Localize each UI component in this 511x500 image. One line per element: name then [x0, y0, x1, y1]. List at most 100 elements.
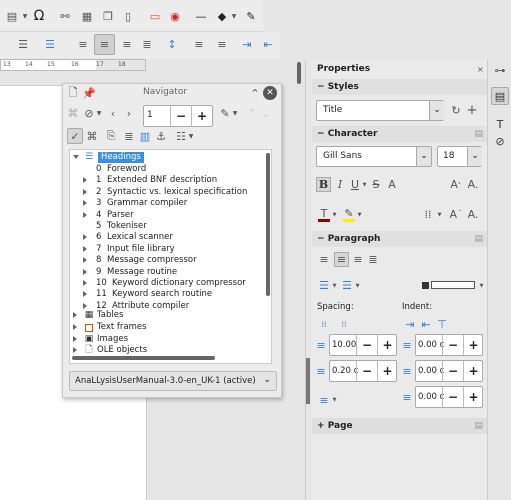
drag-mode-icon[interactable]: ✎: [219, 106, 231, 120]
superscript-icon[interactable]: Aˑ: [450, 177, 462, 192]
expand-icon[interactable]: [83, 200, 87, 207]
bold-icon[interactable]: B: [316, 177, 331, 192]
hyperlink-icon[interactable]: ⚯: [57, 8, 73, 24]
decrease-indent-icon[interactable]: ⇤: [260, 36, 276, 52]
justify-icon[interactable]: ≣: [139, 36, 155, 52]
footer-icon[interactable]: ▥: [139, 129, 151, 143]
bullet-list-icon[interactable]: ☰: [15, 36, 31, 52]
comment-icon[interactable]: ▭: [147, 8, 163, 24]
align-left-icon[interactable]: ≡: [318, 253, 330, 266]
track-changes-icon[interactable]: ◉: [167, 8, 183, 24]
increase-spacing-icon[interactable]: ≡: [191, 36, 207, 52]
close-icon[interactable]: ×: [477, 65, 484, 74]
expand-icon[interactable]: [73, 324, 77, 330]
increase-indent-icon[interactable]: ⇥: [239, 36, 255, 52]
dropdown-icon[interactable]: ▼: [331, 207, 338, 222]
above-paragraph-spacing-value[interactable]: 10.00: [332, 340, 356, 350]
line-spacing-icon[interactable]: ↕: [164, 36, 180, 52]
decrease-font-icon[interactable]: A.: [467, 207, 479, 222]
increase-indent-icon[interactable]: ⇥: [404, 318, 416, 331]
page-break-icon[interactable]: ▯: [120, 8, 136, 24]
styles-tab-icon[interactable]: T: [492, 116, 508, 132]
document-select[interactable]: AnaLLysisUserManual-3.0-en_UK-1 (active)…: [69, 371, 277, 391]
collapse-icon[interactable]: ⌃: [249, 86, 261, 100]
page-number-value[interactable]: 1: [147, 110, 153, 120]
after-text-indent-stepper[interactable]: 0.00 c − +: [415, 360, 483, 382]
chevron-down-icon[interactable]: ⌄: [416, 147, 431, 166]
background-color-icon[interactable]: [422, 282, 429, 289]
above-paragraph-spacing-stepper[interactable]: 10.00 − +: [329, 334, 397, 356]
reminder-icon[interactable]: ⎘: [105, 129, 117, 143]
decrease-paragraph-spacing-icon[interactable]: ⁞⁞: [338, 318, 350, 330]
decrement-button[interactable]: −: [356, 361, 377, 381]
expand-icon[interactable]: [73, 336, 77, 342]
header-icon[interactable]: ≣: [123, 129, 135, 143]
vertical-scrollbar[interactable]: [297, 62, 301, 84]
dropdown-icon[interactable]: ▼: [361, 177, 368, 192]
expand-icon[interactable]: [83, 211, 87, 218]
footnote-icon[interactable]: ▦: [79, 8, 95, 24]
styles-section-header[interactable]: − Styles: [312, 79, 487, 95]
increment-button[interactable]: +: [377, 361, 397, 381]
increase-paragraph-spacing-icon[interactable]: ⁞⁞: [318, 318, 330, 330]
justify-icon[interactable]: ≣: [367, 253, 379, 266]
sidebar-settings-icon[interactable]: ⊶: [492, 62, 508, 78]
draw-icon[interactable]: ✎: [243, 8, 259, 24]
chevron-down-icon[interactable]: ⌄: [467, 147, 482, 166]
shadow-icon[interactable]: A: [386, 177, 398, 192]
align-center-icon[interactable]: ≡: [334, 252, 349, 267]
align-center-icon[interactable]: ≡: [94, 34, 115, 55]
dropdown-icon[interactable]: ▼: [331, 279, 338, 292]
expand-icon[interactable]: [83, 302, 87, 309]
expand-icon[interactable]: [83, 280, 87, 286]
below-paragraph-spacing-stepper[interactable]: 0.20 c − +: [329, 360, 397, 382]
page-section-header[interactable]: + Page ▤: [312, 418, 487, 434]
character-section-header[interactable]: − Character ▤: [312, 126, 487, 142]
cross-reference-icon[interactable]: ❐: [100, 8, 116, 24]
below-paragraph-spacing-value[interactable]: 0.20 c: [332, 366, 358, 376]
expand-icon[interactable]: [73, 155, 79, 159]
decrement-button[interactable]: −: [442, 387, 463, 407]
expand-icon[interactable]: [83, 257, 87, 264]
pin-icon[interactable]: 📌: [82, 86, 96, 100]
increment-button[interactable]: +: [463, 361, 483, 381]
more-options-icon[interactable]: ▤: [474, 126, 483, 142]
decrement-button[interactable]: −: [442, 361, 463, 381]
page-number-stepper[interactable]: 1 − +: [143, 105, 213, 127]
expand-icon[interactable]: [83, 177, 87, 184]
content-navigation-view-icon[interactable]: ✓: [67, 128, 83, 144]
decrement-button[interactable]: −: [356, 335, 377, 355]
sidebar-collapse-handle[interactable]: [306, 358, 310, 404]
hanging-indent-icon[interactable]: ⊤: [436, 318, 448, 331]
heading-levels-icon[interactable]: ☷: [175, 129, 187, 143]
increase-font-icon[interactable]: A˙: [449, 207, 462, 222]
font-color-icon[interactable]: T: [318, 207, 330, 222]
toggle-master-view-icon[interactable]: ⌘: [85, 129, 99, 143]
subscript-icon[interactable]: A.: [467, 177, 479, 192]
increment-button[interactable]: +: [377, 335, 397, 355]
dropdown-icon[interactable]: ▼: [478, 279, 485, 292]
dropdown-icon[interactable]: ▼: [187, 129, 195, 143]
navigator-tree[interactable]: ☰ Headings 0 Foreword 1 Extended BNF descri…: [69, 149, 272, 364]
dropdown-icon[interactable]: ▼: [436, 207, 443, 222]
dropdown-icon[interactable]: ▼: [331, 394, 338, 406]
character-spacing-icon[interactable]: ⁞⁞: [422, 207, 434, 222]
anchor-icon[interactable]: ⚓: [155, 129, 167, 143]
tree-item-headings[interactable]: ☰ Headings: [73, 152, 173, 163]
font-name-select[interactable]: Gill Sans ⌄: [316, 146, 432, 167]
expand-icon[interactable]: [83, 245, 87, 252]
dropdown-icon[interactable]: ▼: [20, 8, 30, 24]
background-color-swatch[interactable]: [431, 281, 475, 289]
expand-icon[interactable]: [83, 188, 87, 195]
table-icon[interactable]: ▤: [4, 8, 20, 24]
more-options-icon[interactable]: ▤: [474, 231, 483, 247]
close-icon[interactable]: ✕: [263, 86, 277, 100]
first-line-indent-value[interactable]: 0.00 c: [418, 392, 444, 402]
decrease-spacing-icon[interactable]: ≡: [214, 36, 230, 52]
decrease-indent-icon[interactable]: ⇤: [420, 318, 432, 331]
after-text-indent-value[interactable]: 0.00 c: [418, 366, 444, 376]
paragraph-section-header[interactable]: − Paragraph ▤: [312, 231, 487, 247]
before-text-indent-stepper[interactable]: 0.00 c − +: [415, 334, 483, 356]
chevron-down-icon[interactable]: ⌄: [429, 101, 444, 120]
paragraph-style-select[interactable]: Title ⌄: [316, 100, 444, 121]
